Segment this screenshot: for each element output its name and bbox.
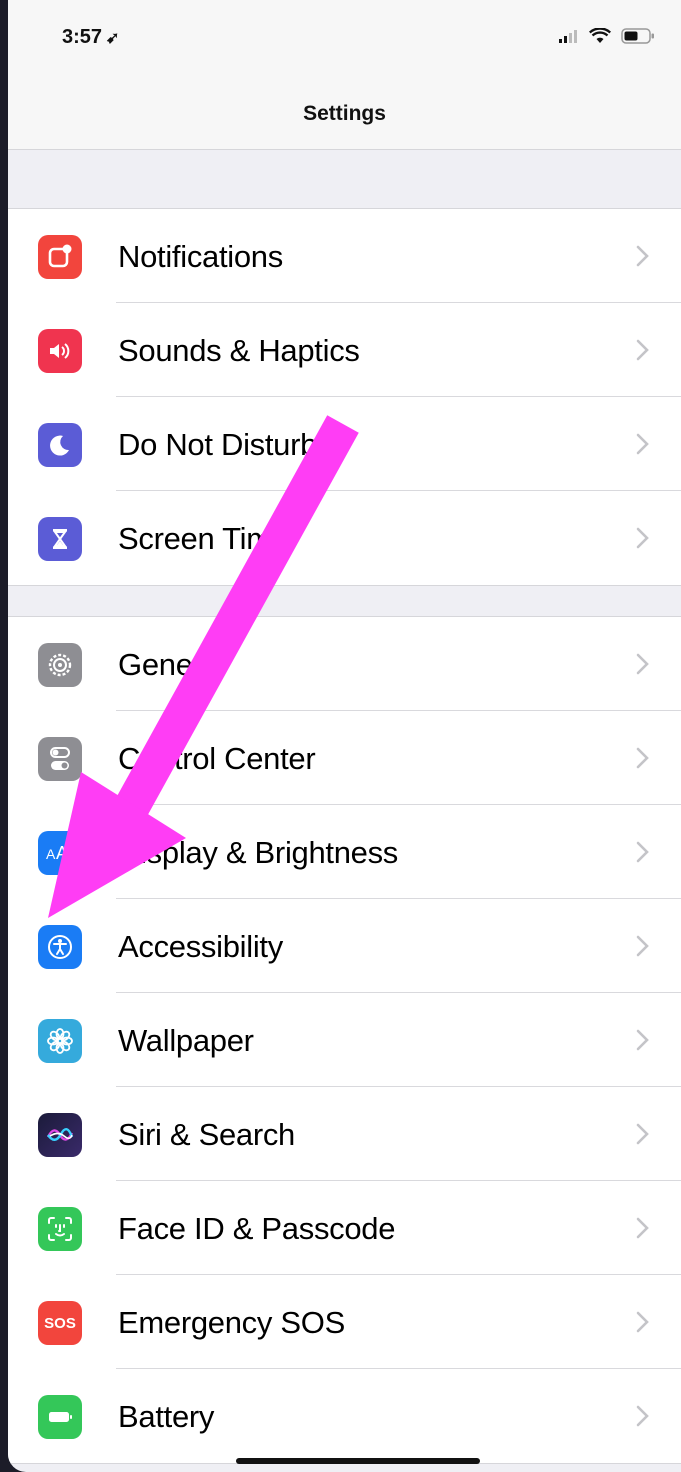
accessibility-icon <box>38 925 82 969</box>
settings-row-accessibility[interactable]: Accessibility <box>8 899 681 993</box>
settings-row-label: Sounds & Haptics <box>118 333 360 368</box>
location-icon: ➹ <box>106 30 120 47</box>
settings-row-label: Do Not Disturb <box>118 427 318 462</box>
chevron-right-icon <box>636 339 649 361</box>
chevron-right-icon <box>636 245 649 267</box>
sos-icon: SOS <box>38 1301 82 1345</box>
settings-row-battery[interactable]: Battery <box>8 1369 681 1463</box>
settings-row-control-center[interactable]: Control Center <box>8 711 681 805</box>
settings-group-1: Notifications Sounds & Haptics Do Not Di… <box>8 208 681 586</box>
settings-row-label: Wallpaper <box>118 1023 254 1058</box>
chevron-right-icon <box>636 1123 649 1145</box>
battery-setting-icon <box>38 1395 82 1439</box>
status-time: 3:57 ➹ <box>62 26 119 49</box>
moon-icon <box>38 423 82 467</box>
gear-icon <box>38 643 82 687</box>
wallpaper-icon <box>38 1019 82 1063</box>
settings-row-label: Notifications <box>118 239 283 274</box>
settings-row-label: Face ID & Passcode <box>118 1211 396 1246</box>
signal-icon <box>559 30 577 43</box>
chevron-right-icon <box>636 1311 649 1333</box>
clock: 3:57 <box>62 26 103 48</box>
chevron-right-icon <box>636 527 649 549</box>
wifi-icon <box>589 28 611 43</box>
svg-text:A: A <box>46 846 56 862</box>
settings-row-label: Display & Brightness <box>118 835 399 870</box>
chevron-right-icon <box>636 653 649 675</box>
hourglass-icon <box>38 517 82 561</box>
notifications-icon <box>38 235 82 279</box>
svg-text:A: A <box>56 843 68 863</box>
settings-row-general[interactable]: General <box>8 617 681 711</box>
settings-row-siri-search[interactable]: Siri & Search <box>8 1087 681 1181</box>
settings-row-wallpaper[interactable]: Wallpaper <box>8 993 681 1087</box>
chevron-right-icon <box>636 841 649 863</box>
status-icons <box>559 28 655 44</box>
sounds-icon <box>38 329 82 373</box>
chevron-right-icon <box>636 1405 649 1427</box>
settings-row-emergency-sos[interactable]: SOS Emergency SOS <box>8 1275 681 1369</box>
siri-icon <box>38 1113 82 1157</box>
settings-group-2: General Control Center A A Display & Bri… <box>8 616 681 1464</box>
settings-row-screen-time[interactable]: Screen Time <box>8 491 681 585</box>
settings-row-label: Emergency SOS <box>118 1305 345 1340</box>
settings-row-label: Accessibility <box>118 929 283 964</box>
faceid-icon <box>38 1207 82 1251</box>
navigation-bar: Settings <box>8 80 681 150</box>
settings-row-face-id-passcode[interactable]: Face ID & Passcode <box>8 1181 681 1275</box>
chevron-right-icon <box>636 433 649 455</box>
chevron-right-icon <box>636 1217 649 1239</box>
toggles-icon <box>38 737 82 781</box>
chevron-right-icon <box>636 935 649 957</box>
settings-row-label: Screen Time <box>118 521 289 556</box>
battery-icon <box>621 28 654 44</box>
settings-row-sounds-haptics[interactable]: Sounds & Haptics <box>8 303 681 397</box>
sos-glyph: SOS <box>44 1314 76 1332</box>
settings-row-label: General <box>118 647 227 682</box>
settings-row-notifications[interactable]: Notifications <box>8 209 681 303</box>
settings-row-label: Battery <box>118 1399 215 1434</box>
display-icon: A A <box>38 831 82 875</box>
settings-row-do-not-disturb[interactable]: Do Not Disturb <box>8 397 681 491</box>
settings-screen: 3:57 ➹ Settings Notifications Sounds & H… <box>8 0 681 1472</box>
settings-row-label: Control Center <box>118 741 316 776</box>
chevron-right-icon <box>636 1029 649 1051</box>
chevron-right-icon <box>636 747 649 769</box>
settings-row-label: Siri & Search <box>118 1117 295 1152</box>
settings-row-display-brightness[interactable]: A A Display & Brightness <box>8 805 681 899</box>
status-bar: 3:57 ➹ <box>8 0 681 80</box>
home-indicator <box>236 1458 480 1464</box>
page-title: Settings <box>303 102 386 125</box>
